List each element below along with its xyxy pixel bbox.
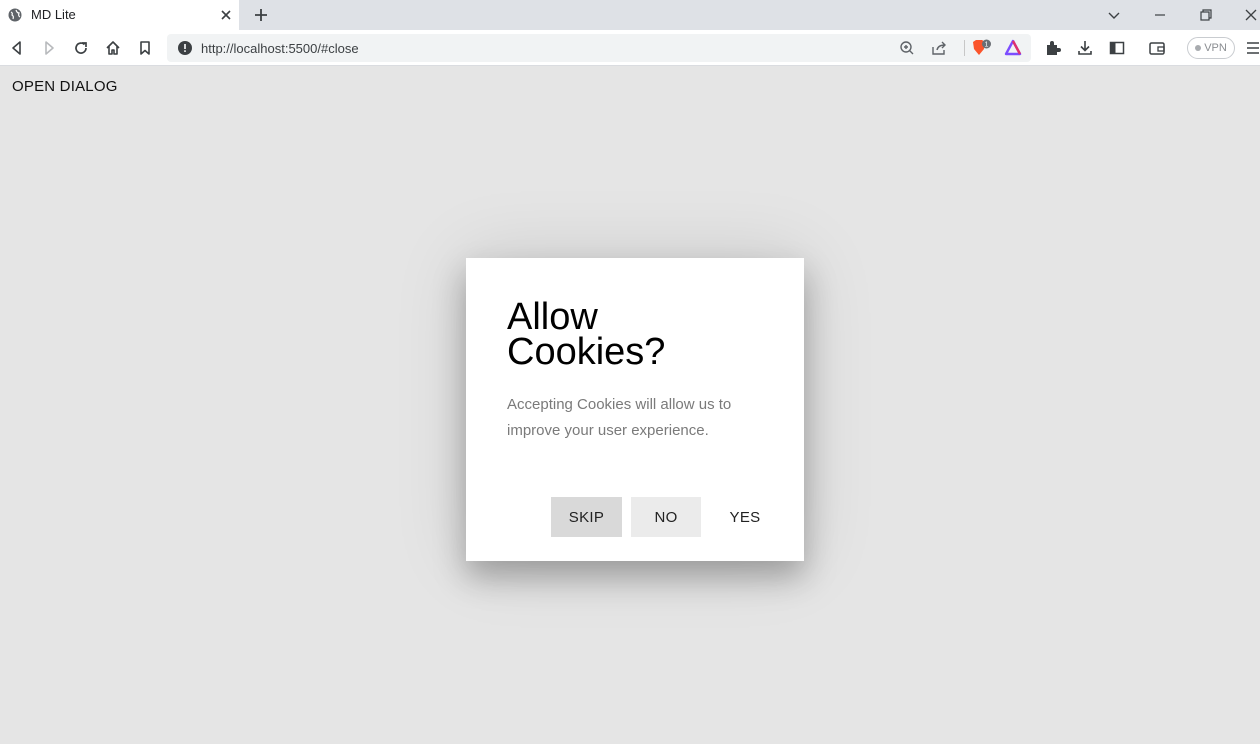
- site-info-icon[interactable]: [178, 41, 192, 55]
- skip-button[interactable]: SKIP: [551, 497, 622, 537]
- wallet-icon[interactable]: [1148, 39, 1166, 57]
- download-icon[interactable]: [1076, 39, 1094, 57]
- vpn-button[interactable]: VPN: [1187, 37, 1235, 59]
- tab-strip: MD Lite: [0, 0, 1260, 30]
- close-tab-icon[interactable]: [219, 8, 233, 22]
- bookmark-icon[interactable]: [136, 39, 154, 57]
- no-button[interactable]: NO: [631, 497, 701, 537]
- brave-badge: 1: [985, 42, 989, 49]
- brave-shields-icon[interactable]: 1: [971, 39, 993, 57]
- tab-search-chevron-icon[interactable]: [1106, 7, 1122, 23]
- new-tab-icon[interactable]: [253, 7, 269, 23]
- brave-rewards-icon[interactable]: [1004, 39, 1022, 57]
- extensions-icon[interactable]: [1044, 39, 1062, 57]
- back-icon[interactable]: [8, 39, 26, 57]
- url-text: http://localhost:5500/#close: [201, 41, 359, 56]
- browser-toolbar: http://localhost:5500/#close 1 VPN: [0, 30, 1260, 66]
- dialog-text: Accepting Cookies will allow us to impro…: [507, 396, 732, 439]
- cookie-dialog: Allow Cookies? Accepting Cookies will al…: [466, 258, 804, 561]
- browser-tab[interactable]: MD Lite: [0, 0, 239, 30]
- zoom-icon[interactable]: [899, 40, 915, 56]
- forward-icon[interactable]: [40, 39, 58, 57]
- reload-icon[interactable]: [72, 39, 90, 57]
- address-bar[interactable]: http://localhost:5500/#close: [167, 34, 1031, 62]
- vpn-status-icon: [1195, 45, 1202, 51]
- globe-icon: [8, 8, 22, 22]
- home-icon[interactable]: [104, 39, 122, 57]
- menu-icon[interactable]: [1246, 39, 1260, 57]
- dialog-title: Allow Cookies?: [507, 296, 666, 373]
- vpn-label: VPN: [1204, 42, 1227, 54]
- minimize-icon[interactable]: [1152, 7, 1168, 23]
- yes-button[interactable]: YES: [711, 497, 779, 537]
- close-window-icon[interactable]: [1243, 7, 1259, 23]
- share-icon[interactable]: [931, 40, 947, 56]
- tab-title: MD Lite: [31, 7, 76, 22]
- sidebar-icon[interactable]: [1108, 39, 1126, 57]
- toolbar-separator: [964, 40, 965, 56]
- restore-icon[interactable]: [1198, 7, 1214, 23]
- open-dialog-button[interactable]: OPEN DIALOG: [12, 78, 118, 95]
